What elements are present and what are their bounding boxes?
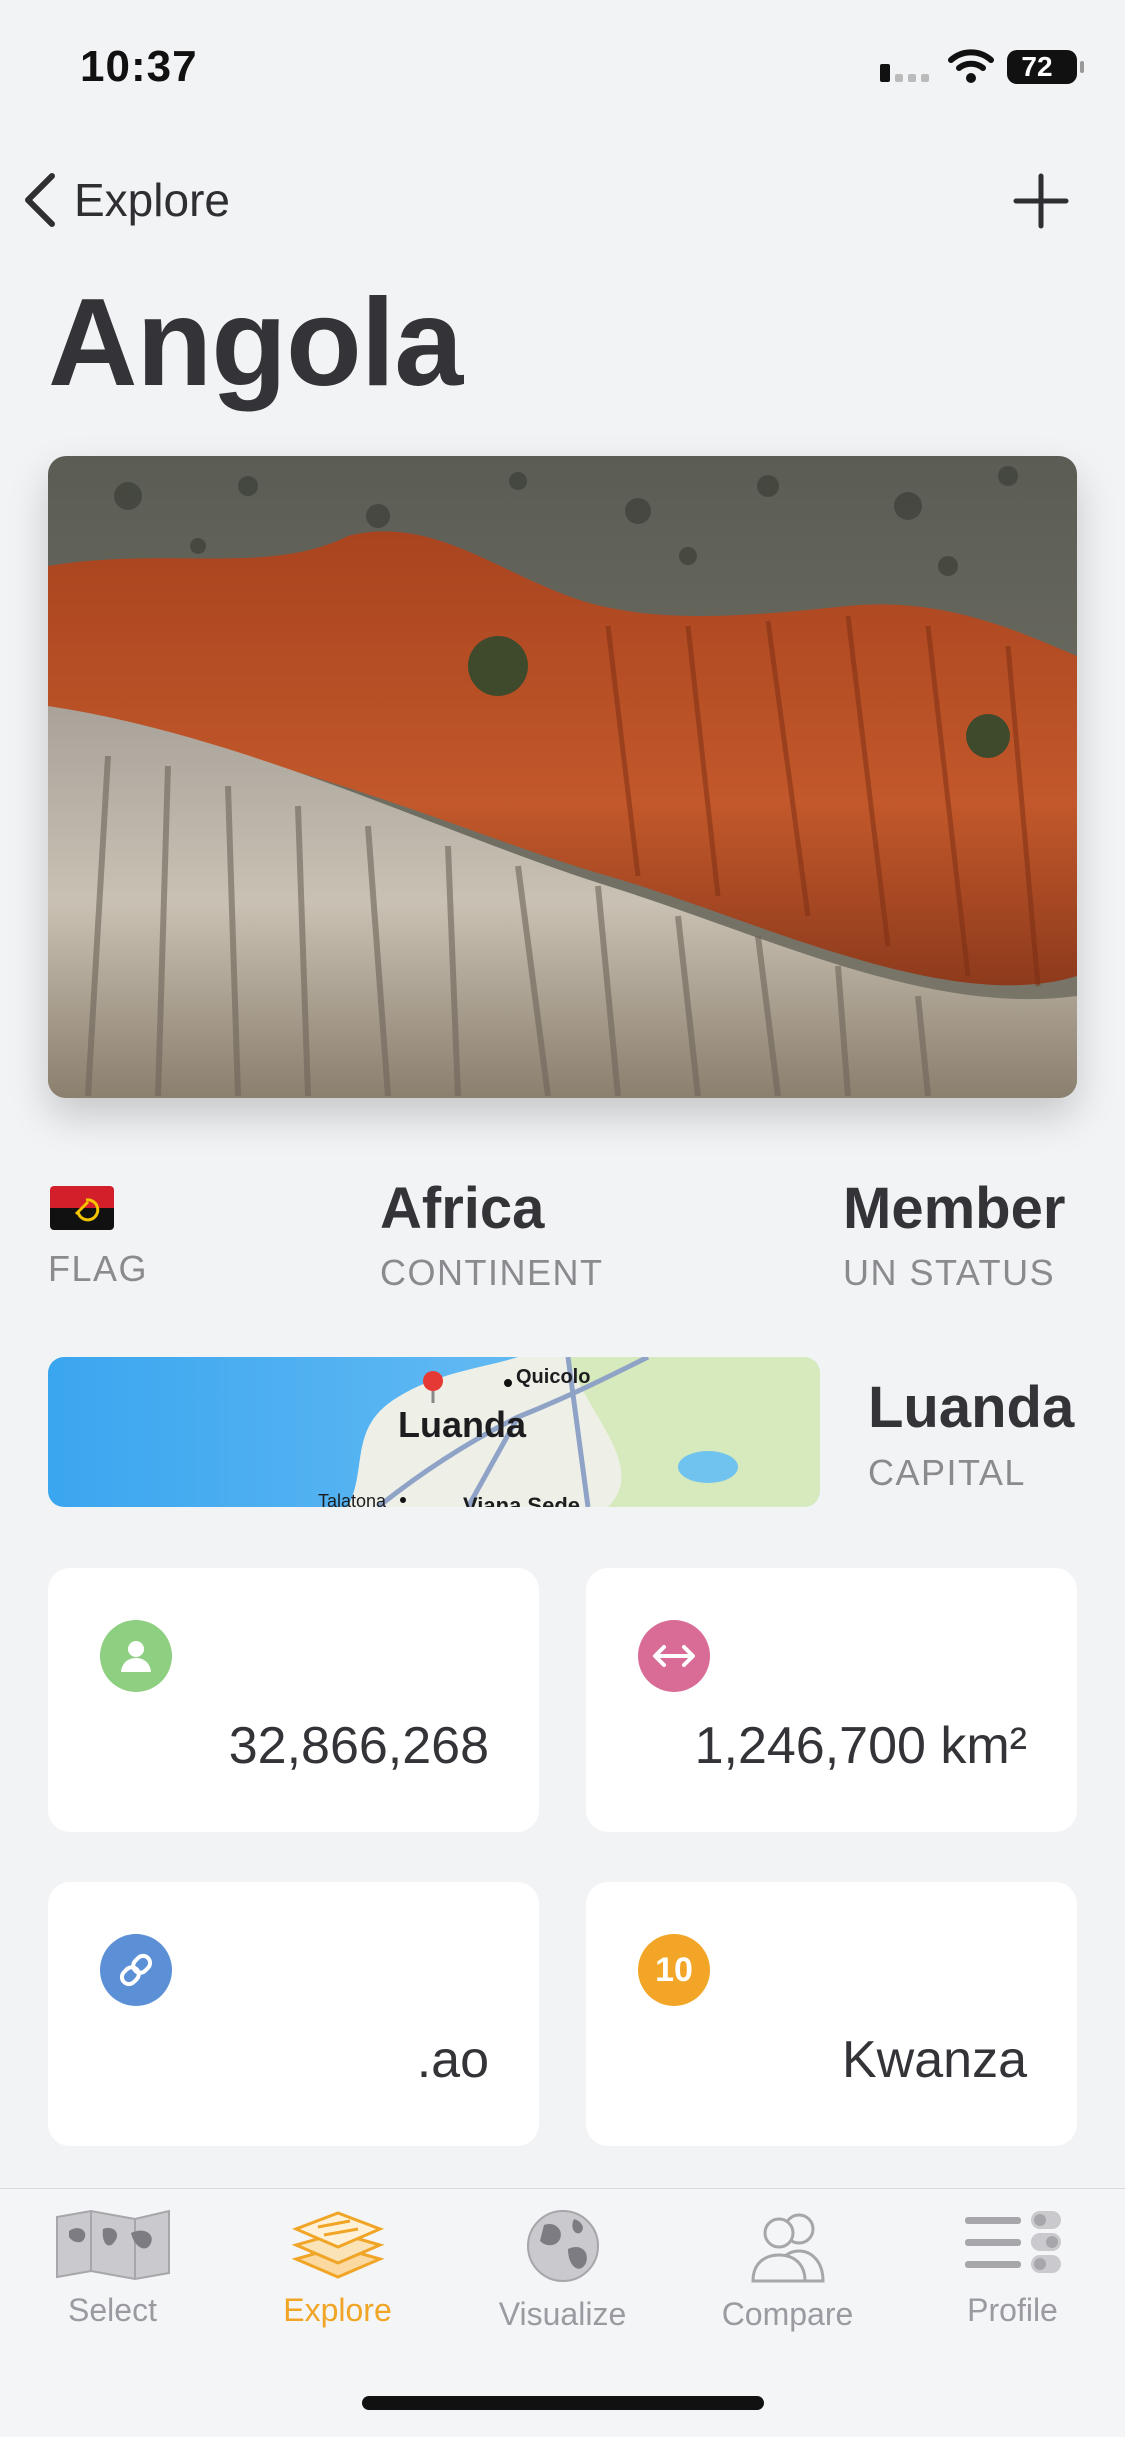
- area-value: 1,246,700 km²: [694, 1717, 1027, 1775]
- list-toggle-icon: [964, 2211, 1061, 2273]
- tab-compare-label: Compare: [721, 2296, 854, 2332]
- flag-label: FLAG: [48, 1248, 149, 1289]
- capital-label: CAPITAL: [868, 1452, 1026, 1493]
- continent-value: Africa: [380, 1176, 545, 1241]
- population-value: 32,866,268: [228, 1717, 489, 1775]
- country-photo: [48, 456, 1077, 1098]
- chevron-left-icon: [25, 173, 55, 227]
- tab-compare[interactable]: Compare: [675, 2207, 900, 2333]
- arrows-horizontal-icon: [638, 1620, 710, 1692]
- tab-explore[interactable]: Explore: [225, 2207, 450, 2329]
- link-icon: [100, 1934, 172, 2006]
- add-icon[interactable]: [1010, 170, 1072, 232]
- domain-value: .ao: [416, 2031, 489, 2089]
- cellular-signal-icon: [880, 64, 929, 82]
- people-icon: [750, 2213, 825, 2283]
- tab-select-label: Select: [68, 2292, 157, 2328]
- tab-select[interactable]: Select: [0, 2207, 225, 2329]
- continent-label: CONTINENT: [380, 1252, 604, 1293]
- domain-card[interactable]: .ao: [48, 1882, 539, 2146]
- population-card[interactable]: 32,866,268: [48, 1568, 539, 1832]
- map-label-south-right: Viana Sede: [463, 1493, 580, 1507]
- landscape-image: [48, 456, 1077, 1098]
- capital-map[interactable]: Luanda Quicolo Talatona Viana Sede: [48, 1357, 820, 1507]
- wifi-icon: [948, 49, 994, 83]
- tab-explore-label: Explore: [283, 2292, 392, 2328]
- world-map-icon: [55, 2209, 170, 2281]
- tab-visualize[interactable]: Visualize: [450, 2207, 675, 2333]
- tab-profile-label: Profile: [967, 2292, 1058, 2328]
- battery-level: 72: [1021, 51, 1053, 82]
- status-time: 10:37: [80, 42, 198, 91]
- currency-card[interactable]: 10 Kwanza: [586, 1882, 1077, 2146]
- page-title: Angola: [48, 274, 463, 412]
- currency-icon: 10: [638, 1934, 710, 2006]
- person-icon: [100, 1620, 172, 1692]
- home-indicator: [362, 2396, 764, 2410]
- tab-visualize-label: Visualize: [498, 2296, 627, 2332]
- tab-profile[interactable]: Profile: [900, 2207, 1125, 2329]
- battery-cap: [1080, 61, 1084, 73]
- back-label: Explore: [74, 174, 230, 226]
- map-label-south-left: Talatona: [318, 1491, 387, 1507]
- flag-icon: [50, 1186, 114, 1230]
- back-button[interactable]: Explore: [20, 165, 230, 235]
- map-label-north: Quicolo: [516, 1366, 590, 1388]
- un-status-value: Member: [843, 1176, 1066, 1241]
- capital-value: Luanda: [868, 1375, 1075, 1440]
- battery-indicator: 72: [1007, 50, 1084, 84]
- layers-icon: [291, 2211, 384, 2279]
- map-city-label: Luanda: [398, 1404, 527, 1445]
- globe-icon: [526, 2210, 599, 2282]
- area-card[interactable]: 1,246,700 km²: [586, 1568, 1077, 1832]
- un-status-label: UN STATUS: [843, 1252, 1056, 1293]
- currency-value: Kwanza: [842, 2031, 1027, 2089]
